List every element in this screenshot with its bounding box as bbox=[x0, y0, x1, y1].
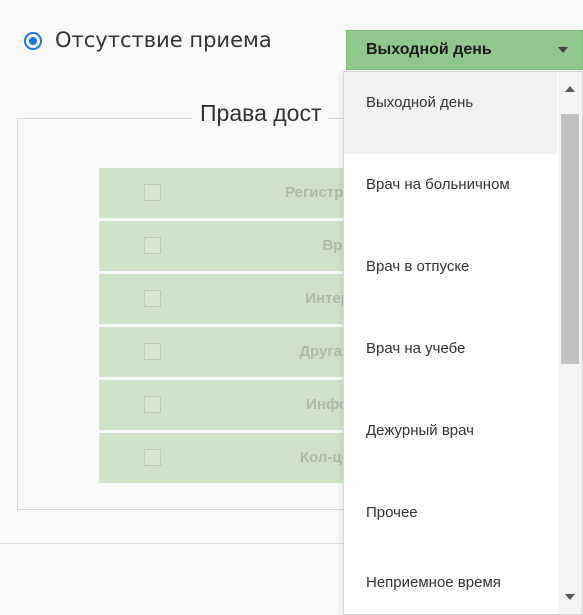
permissions-legend: Права дост bbox=[192, 100, 328, 127]
chevron-down-icon[interactable] bbox=[558, 47, 568, 53]
permission-row: Интерн bbox=[99, 274, 359, 327]
section-divider bbox=[0, 543, 346, 544]
dropdown-option[interactable]: Врач на больничном bbox=[344, 154, 557, 236]
dropdown-option[interactable]: Врач на учебе bbox=[344, 318, 557, 400]
scrollbar-thumb[interactable] bbox=[561, 114, 579, 364]
dropdown-option[interactable]: Прочее bbox=[344, 482, 557, 552]
permission-row: Врач bbox=[99, 221, 359, 274]
absence-radio-button[interactable] bbox=[24, 31, 42, 50]
scroll-up-icon[interactable] bbox=[565, 86, 575, 92]
dropdown-scrollbar[interactable] bbox=[558, 72, 582, 614]
permission-row: Кол-цен bbox=[99, 433, 359, 486]
dropdown-option[interactable]: Дежурный врач bbox=[344, 400, 557, 482]
dropdown-option[interactable]: Выходной день bbox=[344, 72, 557, 154]
dropdown-option[interactable]: Неприемное время bbox=[344, 552, 557, 614]
reason-select-value: Выходной день bbox=[366, 41, 492, 58]
permission-checkbox[interactable] bbox=[144, 343, 161, 360]
permission-row: Инфом bbox=[99, 380, 359, 433]
permission-row: Регистрат bbox=[99, 168, 359, 221]
permission-checkbox[interactable] bbox=[144, 237, 161, 254]
permission-checkbox[interactable] bbox=[144, 184, 161, 201]
dropdown-option[interactable]: Врач в отпуске bbox=[344, 236, 557, 318]
absence-radio-row[interactable]: Отсутствие приема bbox=[24, 30, 272, 51]
reason-select[interactable]: Выходной день bbox=[346, 30, 583, 70]
dropdown-options-list: Выходной день Врач на больничном Врач в … bbox=[344, 72, 557, 614]
permission-row: Другая I bbox=[99, 327, 359, 380]
reason-dropdown-menu: Выходной день Врач на больничном Врач в … bbox=[343, 71, 583, 615]
scroll-down-icon[interactable] bbox=[565, 594, 575, 600]
absence-radio-label[interactable]: Отсутствие приема bbox=[55, 30, 272, 51]
permission-checkbox[interactable] bbox=[144, 396, 161, 413]
permission-checkbox[interactable] bbox=[144, 290, 161, 307]
permission-checkbox[interactable] bbox=[144, 449, 161, 466]
permissions-table: Регистрат Врач Интерн Другая I Инфом Кол… bbox=[99, 168, 359, 486]
